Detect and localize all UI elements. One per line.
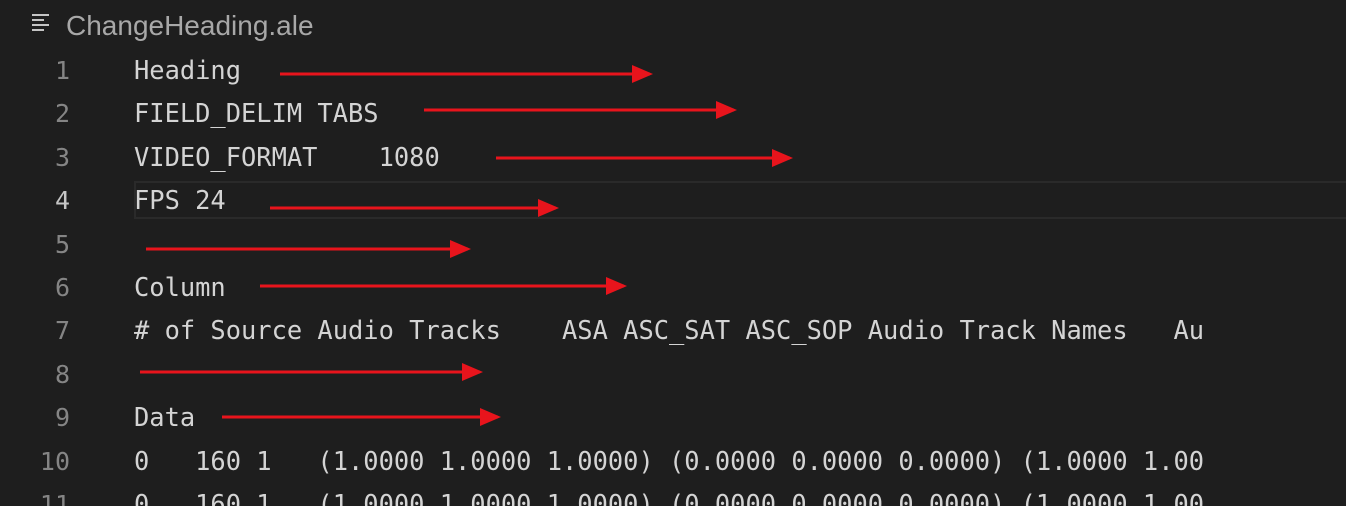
line-number: 2 xyxy=(54,99,70,129)
code-line-4[interactable]: 4 FPS 24 xyxy=(0,179,1346,222)
line-number: 4 xyxy=(54,186,70,216)
line-text: # of Source Audio Tracks ASA ASC_SAT ASC… xyxy=(134,315,1205,346)
line-number: 9 xyxy=(54,403,70,433)
file-header: ChangeHeading.ale xyxy=(0,0,1346,52)
line-text: Column xyxy=(134,271,226,302)
code-line-5[interactable]: 5 xyxy=(0,223,1346,266)
line-text: 0 160 1 (1.0000 1.0000 1.0000) (0.0000 0… xyxy=(134,445,1205,476)
code-line-11[interactable]: 11 0 160 1 (1.0000 1.0000 1.0000) (0.000… xyxy=(0,483,1346,506)
file-title: ChangeHeading.ale xyxy=(66,10,314,41)
code-editor[interactable]: ChangeHeading.ale 1 Heading 2 FIELD_DELI… xyxy=(0,0,1346,506)
line-text: VIDEO_FORMAT 1080 xyxy=(134,141,440,172)
code-line-1[interactable]: 1 Heading xyxy=(0,49,1346,92)
line-number: 6 xyxy=(54,272,70,302)
outline-list-icon[interactable] xyxy=(32,14,52,36)
line-number: 7 xyxy=(54,316,70,346)
line-number: 11 xyxy=(39,489,70,506)
code-line-6[interactable]: 6 Column xyxy=(0,266,1346,309)
code-line-8[interactable]: 8 xyxy=(0,353,1346,396)
line-number: 3 xyxy=(54,142,70,172)
line-number: 10 xyxy=(39,446,70,476)
code-line-2[interactable]: 2 FIELD_DELIM TABS xyxy=(0,92,1346,135)
line-number: 5 xyxy=(54,229,70,259)
line-text: Heading xyxy=(134,55,242,85)
line-number: 8 xyxy=(54,359,70,389)
line-number: 1 xyxy=(54,56,70,85)
code-line-9[interactable]: 9 Data xyxy=(0,396,1346,439)
code-area[interactable]: 1 Heading 2 FIELD_DELIM TABS 3 VIDEO_FOR… xyxy=(0,49,1346,506)
code-line-3[interactable]: 3 VIDEO_FORMAT 1080 xyxy=(0,136,1346,179)
line-text: Data xyxy=(134,402,196,433)
code-line-7[interactable]: 7 # of Source Audio Tracks ASA ASC_SAT A… xyxy=(0,309,1346,352)
line-text: 0 160 1 (1.0000 1.0000 1.0000) (0.0000 0… xyxy=(134,488,1205,506)
line-text: FPS 24 xyxy=(134,185,226,216)
line-text: FIELD_DELIM TABS xyxy=(134,98,379,129)
code-line-10[interactable]: 10 0 160 1 (1.0000 1.0000 1.0000) (0.000… xyxy=(0,440,1346,483)
